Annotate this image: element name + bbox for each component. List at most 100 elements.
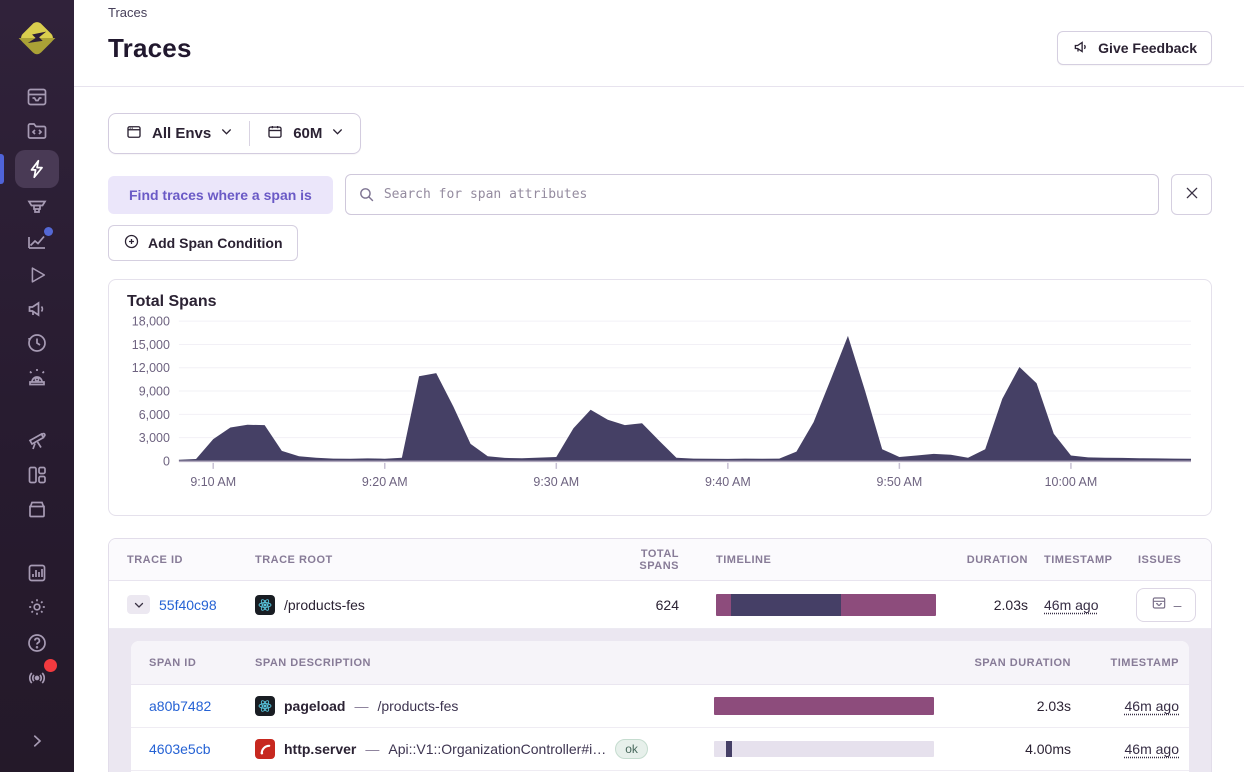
give-feedback-button[interactable]: Give Feedback xyxy=(1057,31,1212,65)
trace-timestamp-link[interactable]: 46m ago xyxy=(1044,597,1098,613)
feedback-icon xyxy=(25,297,49,321)
time-range-filter[interactable]: 60M xyxy=(250,123,360,145)
page-filter-bar: All Envs 60M xyxy=(108,113,362,154)
col-duration: DURATION xyxy=(966,553,1028,566)
span-separator: — xyxy=(365,741,380,757)
span-duration: 4.00ms xyxy=(1025,741,1071,757)
settings-icon xyxy=(25,595,49,619)
svg-text:9:20 AM: 9:20 AM xyxy=(362,475,408,489)
col-span-duration: SPAN DURATION xyxy=(974,656,1071,669)
whats-new-notification-dot xyxy=(44,659,57,672)
page-header: Traces Traces Give Feedback xyxy=(74,0,1244,87)
sidebar-item-issues[interactable] xyxy=(15,80,59,114)
col-issues: ISSUES xyxy=(1138,553,1182,566)
sidebar-item-performance[interactable] xyxy=(15,190,59,224)
trace-root-name[interactable]: /products-fes xyxy=(284,597,365,613)
sidebar-item-dashboards[interactable] xyxy=(15,458,59,492)
col-timestamp: TIMESTAMP xyxy=(1044,553,1113,566)
issues-icon xyxy=(1151,595,1167,614)
traces-table: TRACE ID TRACE ROOT TOTAL SPANS TIMELINE… xyxy=(108,538,1212,772)
col-span-timestamp: TIMESTAMP xyxy=(1110,656,1179,669)
insights-notification-dot xyxy=(44,227,53,236)
span-attributes-search-input[interactable] xyxy=(344,174,1159,215)
total-spans-chart-panel: Total Spans 0 3,000 6,000 9,000 12,000 15,000… xyxy=(108,279,1212,516)
span-duration-bar xyxy=(714,741,934,757)
span-row: a80b7482 pageload — /products-fes 2.03s … xyxy=(131,685,1189,728)
col-trace-root: TRACE ROOT xyxy=(255,553,333,566)
span-op: http.server xyxy=(284,741,357,757)
sidebar-item-feedback[interactable] xyxy=(15,292,59,326)
svg-text:0: 0 xyxy=(163,454,170,468)
sidebar-item-replays[interactable] xyxy=(15,258,59,292)
svg-text:9,000: 9,000 xyxy=(139,385,170,399)
sidebar-collapse-button[interactable] xyxy=(15,724,59,758)
span-table: SPAN ID SPAN DESCRIPTION SPAN DURATION T… xyxy=(131,641,1189,772)
sidebar-item-whats-new[interactable] xyxy=(15,659,59,694)
span-id-link[interactable]: a80b7482 xyxy=(149,698,211,714)
trace-timeline-bar[interactable] xyxy=(716,593,936,616)
span-row: 4603e5cb http.server — Api::V1::Organiza… xyxy=(131,728,1189,771)
trace-id-link[interactable]: 55f40c98 xyxy=(159,597,217,613)
releases-icon xyxy=(25,497,49,521)
sidebar-item-insights[interactable] xyxy=(15,224,59,258)
trace-issues-pill[interactable]: – xyxy=(1136,587,1196,622)
svg-text:15,000: 15,000 xyxy=(132,338,170,352)
trace-total-spans: 624 xyxy=(655,596,679,613)
span-description[interactable]: Api::V1::OrganizationController#i… xyxy=(388,741,606,757)
sidebar xyxy=(0,0,74,772)
sidebar-item-stats[interactable] xyxy=(15,556,59,590)
ruby-icon xyxy=(255,739,275,759)
span-timestamp-link[interactable]: 46m ago xyxy=(1125,741,1179,757)
issues-count-placeholder: – xyxy=(1173,596,1182,613)
svg-text:12,000: 12,000 xyxy=(132,361,170,375)
span-separator: — xyxy=(354,698,369,714)
sidebar-item-discover[interactable] xyxy=(15,424,59,458)
react-icon xyxy=(255,594,275,615)
span-op: pageload xyxy=(284,698,346,714)
sidebar-item-help[interactable] xyxy=(15,626,59,660)
span-table-header: SPAN ID SPAN DESCRIPTION SPAN DURATION T… xyxy=(131,641,1189,685)
span-status-badge: ok xyxy=(615,739,648,759)
environment-filter[interactable]: All Envs xyxy=(109,123,249,145)
sidebar-item-releases[interactable] xyxy=(15,492,59,526)
help-icon xyxy=(25,631,49,655)
sidebar-item-alerts[interactable] xyxy=(15,360,59,394)
span-timestamp-link[interactable]: 46m ago xyxy=(1125,698,1179,714)
breadcrumb[interactable]: Traces xyxy=(108,3,1212,20)
traces-table-header: TRACE ID TRACE ROOT TOTAL SPANS TIMELINE… xyxy=(109,539,1211,581)
span-description[interactable]: /products-fes xyxy=(377,698,458,714)
clear-search-button[interactable] xyxy=(1171,174,1212,215)
span-duration-bar xyxy=(714,697,934,715)
trace-duration: 2.03s xyxy=(993,596,1028,613)
stats-icon xyxy=(25,561,49,585)
span-id-link[interactable]: 4603e5cb xyxy=(149,741,211,757)
crons-icon xyxy=(25,331,49,355)
svg-text:9:40 AM: 9:40 AM xyxy=(705,475,751,489)
chart-title: Total Spans xyxy=(127,293,217,310)
find-traces-label: Find traces where a span is xyxy=(108,175,333,214)
chevron-down-icon xyxy=(220,125,233,142)
close-icon xyxy=(1184,185,1200,204)
replays-icon xyxy=(26,264,48,286)
svg-text:9:10 AM: 9:10 AM xyxy=(190,475,236,489)
sidebar-item-crons[interactable] xyxy=(15,326,59,360)
svg-text:9:50 AM: 9:50 AM xyxy=(877,475,923,489)
calendar-icon xyxy=(266,123,284,145)
svg-text:9:30 AM: 9:30 AM xyxy=(533,475,579,489)
sidebar-item-projects[interactable] xyxy=(15,114,59,148)
add-span-condition-button[interactable]: Add Span Condition xyxy=(108,225,298,261)
alerts-icon xyxy=(25,365,49,389)
search-icon xyxy=(358,186,375,208)
megaphone-icon xyxy=(1072,38,1090,59)
svg-text:18,000: 18,000 xyxy=(132,315,170,329)
svg-text:10:00 AM: 10:00 AM xyxy=(1045,475,1098,489)
sidebar-item-explore[interactable] xyxy=(0,150,59,188)
trace-row: 55f40c98 /products-fes 624 2.03s 46m ago… xyxy=(109,581,1211,629)
sentry-logo[interactable] xyxy=(15,16,59,60)
span-duration: 2.03s xyxy=(1036,698,1071,714)
issues-icon xyxy=(25,85,49,109)
span-table-gutter: SPAN ID SPAN DESCRIPTION SPAN DURATION T… xyxy=(109,629,1211,772)
sidebar-item-settings[interactable] xyxy=(15,590,59,624)
chevron-right-icon xyxy=(28,732,46,750)
collapse-trace-button[interactable] xyxy=(127,595,150,614)
